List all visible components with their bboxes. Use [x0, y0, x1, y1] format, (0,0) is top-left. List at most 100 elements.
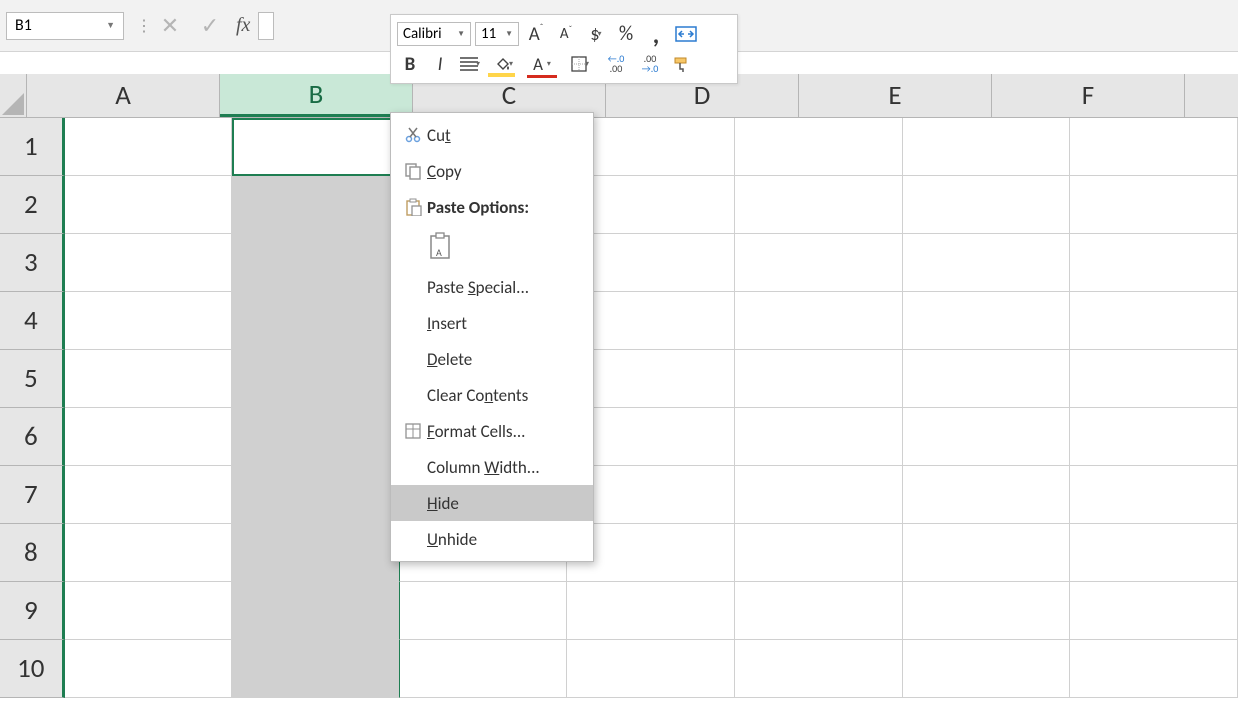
cell-F8[interactable] [903, 524, 1071, 582]
borders-button[interactable]: ▾ [563, 51, 597, 77]
column-header-E[interactable]: E [799, 74, 992, 117]
chevron-down-icon[interactable]: ▾ [547, 59, 551, 69]
cell-A4[interactable] [65, 292, 233, 350]
row-header-8[interactable]: 8 [0, 524, 65, 582]
row-header-10[interactable]: 10 [0, 640, 65, 698]
comma-style-button[interactable]: , [643, 21, 669, 47]
cell-B6[interactable] [232, 408, 400, 466]
cell-A5[interactable] [65, 350, 233, 408]
row-header-3[interactable]: 3 [0, 234, 65, 292]
cell-E2[interactable] [735, 176, 903, 234]
increase-font-button[interactable]: A ˆ [523, 21, 549, 47]
column-header-A[interactable]: A [27, 74, 220, 117]
formula-bar-input[interactable] [258, 12, 274, 40]
cell-E7[interactable] [735, 466, 903, 524]
cell-B9[interactable] [232, 582, 400, 640]
cancel-formula-button[interactable]: ✕ [156, 12, 184, 40]
align-button[interactable]: ▾ [457, 51, 483, 77]
decrease-decimal-button[interactable]: .00→.0 [635, 51, 665, 77]
chevron-down-icon[interactable]: ▾ [598, 29, 602, 39]
cell-G7[interactable] [1070, 466, 1238, 524]
menu-cut[interactable]: Cut [391, 117, 593, 153]
chevron-down-icon[interactable]: ▼ [457, 29, 465, 39]
cell-F4[interactable] [903, 292, 1071, 350]
cell-F6[interactable] [903, 408, 1071, 466]
paste-option-default[interactable]: A [391, 225, 593, 269]
percent-button[interactable]: % [613, 21, 639, 47]
menu-format-cells[interactable]: Format Cells... [391, 413, 593, 449]
cell-A10[interactable] [65, 640, 233, 698]
row-header-5[interactable]: 5 [0, 350, 65, 408]
cell-E6[interactable] [735, 408, 903, 466]
column-header-G[interactable]: G [1185, 74, 1238, 117]
cell-B1[interactable] [232, 118, 400, 176]
cell-D9[interactable] [567, 582, 735, 640]
cell-F7[interactable] [903, 466, 1071, 524]
enter-formula-button[interactable]: ✓ [196, 12, 224, 40]
cell-E1[interactable] [735, 118, 903, 176]
format-painter-button[interactable] [669, 51, 695, 77]
font-family-input[interactable]: Calibri ▼ [397, 22, 471, 46]
cell-F3[interactable] [903, 234, 1071, 292]
cell-G1[interactable] [1070, 118, 1238, 176]
row-header-2[interactable]: 2 [0, 176, 65, 234]
select-all-corner[interactable] [0, 74, 27, 117]
menu-column-width[interactable]: Column Width... [391, 449, 593, 485]
cell-A8[interactable] [65, 524, 233, 582]
cell-D10[interactable] [567, 640, 735, 698]
decrease-font-button[interactable]: A ˇ [553, 21, 579, 47]
cell-B5[interactable] [232, 350, 400, 408]
cell-B8[interactable] [232, 524, 400, 582]
merge-center-button[interactable] [673, 21, 699, 47]
menu-insert[interactable]: Insert [391, 305, 593, 341]
cell-A1[interactable] [65, 118, 233, 176]
cell-F5[interactable] [903, 350, 1071, 408]
menu-paste-special[interactable]: Paste Special... [391, 269, 593, 305]
row-header-7[interactable]: 7 [0, 466, 65, 524]
cell-E9[interactable] [735, 582, 903, 640]
fill-color-button[interactable]: ▾ [487, 51, 521, 77]
cell-A3[interactable] [65, 234, 233, 292]
cell-E8[interactable] [735, 524, 903, 582]
italic-button[interactable]: I [427, 51, 453, 77]
cell-G4[interactable] [1070, 292, 1238, 350]
cell-F9[interactable] [903, 582, 1071, 640]
cell-G9[interactable] [1070, 582, 1238, 640]
chevron-down-icon[interactable]: ▼ [505, 29, 513, 39]
chevron-down-icon[interactable]: ▾ [476, 59, 480, 69]
row-header-9[interactable]: 9 [0, 582, 65, 640]
name-box[interactable]: B1 ▼ [6, 12, 124, 40]
fx-icon[interactable]: fx [236, 14, 250, 37]
cell-B3[interactable] [232, 234, 400, 292]
column-header-F[interactable]: F [992, 74, 1185, 117]
menu-hide[interactable]: Hide [391, 485, 593, 521]
menu-clear-contents[interactable]: Clear Contents [391, 377, 593, 413]
cell-F1[interactable] [903, 118, 1071, 176]
cell-B10[interactable] [232, 640, 400, 698]
cell-G10[interactable] [1070, 640, 1238, 698]
chevron-down-icon[interactable]: ▾ [509, 59, 513, 69]
cell-B7[interactable] [232, 466, 400, 524]
cell-B2[interactable] [232, 176, 400, 234]
chevron-down-icon[interactable]: ▾ [585, 59, 589, 69]
cell-B4[interactable] [232, 292, 400, 350]
row-header-1[interactable]: 1 [0, 118, 65, 176]
cell-A9[interactable] [65, 582, 233, 640]
menu-unhide[interactable]: Unhide [391, 521, 593, 557]
cell-C9[interactable] [400, 582, 568, 640]
cell-G3[interactable] [1070, 234, 1238, 292]
cell-G6[interactable] [1070, 408, 1238, 466]
cell-G5[interactable] [1070, 350, 1238, 408]
menu-copy[interactable]: Copy [391, 153, 593, 189]
font-size-input[interactable]: 11 ▼ [475, 22, 519, 46]
font-color-button[interactable]: A ▾ [525, 51, 559, 77]
cell-G2[interactable] [1070, 176, 1238, 234]
cell-E10[interactable] [735, 640, 903, 698]
row-header-4[interactable]: 4 [0, 292, 65, 350]
currency-button[interactable]: $ ▾ [583, 21, 609, 47]
cell-E3[interactable] [735, 234, 903, 292]
row-header-6[interactable]: 6 [0, 408, 65, 466]
cell-F2[interactable] [903, 176, 1071, 234]
cell-A2[interactable] [65, 176, 233, 234]
column-header-B[interactable]: B [220, 74, 413, 117]
